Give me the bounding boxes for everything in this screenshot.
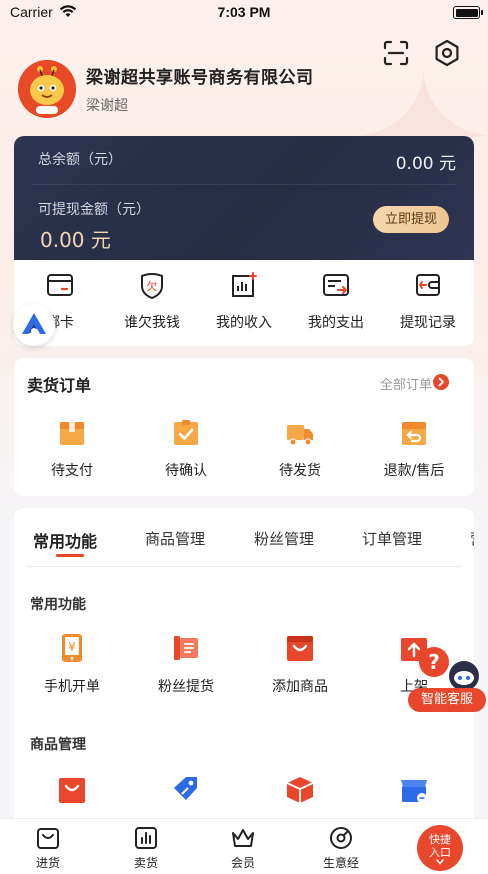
sales-orders-card: 卖货订单 全部订单 待支付 待确认 待发货 退款/售后 (14, 358, 474, 496)
quick-action-label: 我的收入 (216, 315, 272, 331)
order-status-label: 退款/售后 (383, 463, 445, 479)
chevron-right-icon[interactable] (433, 374, 449, 390)
all-orders-link[interactable]: 全部订单 (380, 374, 432, 393)
box-icon (286, 777, 314, 803)
mobile-order-icon: ¥ (62, 634, 82, 662)
crown-icon (232, 829, 254, 847)
order-status-label: 待确认 (165, 463, 207, 479)
quick-action-label: 谁欠我钱 (124, 315, 180, 331)
quick-entry-button[interactable]: 快捷 入口 (417, 825, 463, 871)
product-store-item[interactable] (358, 774, 470, 806)
expense-icon (323, 274, 349, 296)
avatar[interactable] (18, 60, 76, 118)
order-status-label: 待发货 (279, 463, 321, 479)
section-title: 常用功能 (30, 597, 86, 613)
balance-card: 总余额（元） 0.00 元 可提现金额（元） 0.00 元 立即提现 (14, 136, 474, 260)
purchase-bag-icon (37, 828, 59, 849)
nav-purchase[interactable]: 进货 (18, 825, 78, 871)
orders-title: 卖货订单 (27, 376, 92, 395)
divider (26, 566, 462, 567)
company-name: 梁谢超共享账号商务有限公司 (86, 68, 314, 88)
total-balance-label: 总余额（元） (38, 152, 122, 168)
add-product-item[interactable]: 添加商品 (244, 632, 356, 696)
pending-shipment-item[interactable]: 待发货 (250, 418, 350, 480)
order-status-label: 待支付 (51, 463, 93, 479)
withdraw-button[interactable]: 立即提现 (373, 206, 449, 233)
smart-customer-service[interactable]: ? 智能客服 (406, 640, 486, 716)
username: 梁谢超 (86, 98, 128, 114)
quick-entry-label: 入口 (429, 846, 451, 859)
refund-item[interactable]: 退款/售后 (364, 418, 464, 480)
mobile-order-item[interactable]: ¥ 手机开单 (16, 632, 128, 696)
withdraw-record-item[interactable]: 提现记录 (382, 270, 474, 332)
scan-icon[interactable] (381, 38, 411, 68)
tab-fan-management[interactable]: 粉丝管理 (254, 528, 314, 549)
expense-item[interactable]: 我的支出 (290, 270, 382, 332)
function-label: 粉丝提货 (158, 679, 214, 695)
nav-label: 生意经 (322, 856, 359, 870)
functions-card: 常用功能 商品管理 粉丝管理 订单管理 营 常用功能 ¥ 手机开单 粉丝提货 添… (14, 508, 474, 818)
settings-icon[interactable] (432, 38, 462, 68)
battery-icon (453, 6, 483, 19)
product-box-item[interactable] (244, 774, 356, 806)
tab-common-functions[interactable]: 常用功能 (33, 528, 97, 552)
debt-item[interactable]: 欠 谁欠我钱 (106, 270, 198, 332)
fan-pickup-item[interactable]: 粉丝提货 (130, 632, 242, 696)
svg-text:欠: 欠 (147, 279, 158, 293)
add-product-icon (287, 636, 313, 661)
nav-label: 进货 (35, 856, 60, 870)
nav-label: 卖货 (133, 856, 158, 870)
quick-entry-label: 快捷 (429, 833, 451, 846)
income-item[interactable]: 我的收入 (198, 270, 290, 332)
pending-payment-icon (60, 422, 84, 445)
compass-icon (330, 827, 352, 849)
refund-icon (402, 422, 426, 445)
tab-order-management[interactable]: 订单管理 (362, 528, 422, 549)
active-tab-indicator (56, 554, 84, 557)
floating-logo-button[interactable] (13, 304, 55, 346)
debt-shield-icon: 欠 (141, 273, 163, 300)
pending-confirm-item[interactable]: 待确认 (136, 418, 236, 480)
tag-icon (174, 777, 197, 800)
pending-confirm-icon (174, 420, 198, 445)
available-balance-label: 可提现金额（元） (38, 202, 150, 218)
svg-text:?: ? (428, 650, 440, 674)
section-title: 商品管理 (30, 737, 86, 753)
pending-shipment-icon (287, 425, 313, 446)
nav-sales[interactable]: 卖货 (116, 825, 176, 871)
quick-action-label: 提现记录 (400, 315, 456, 331)
function-label: 添加商品 (272, 679, 328, 695)
status-bar: Carrier 7:03 PM (0, 0, 488, 26)
chevron-down-icon (436, 859, 444, 865)
nav-members[interactable]: 会员 (213, 825, 273, 871)
total-balance-value: 0.00 元 (395, 154, 456, 174)
available-balance-value: 0.00 元 (40, 228, 111, 252)
nav-label: 会员 (230, 856, 255, 870)
divider (32, 184, 456, 185)
nav-business[interactable]: 生意经 (311, 825, 371, 871)
svg-text:¥: ¥ (68, 640, 76, 654)
mascot-avatar-icon (18, 60, 76, 118)
product-bag-item[interactable] (16, 774, 128, 806)
tab-overflow[interactable]: 营 (470, 528, 474, 549)
tab-product-management[interactable]: 商品管理 (145, 528, 205, 549)
bag-icon (59, 778, 85, 803)
pending-payment-item[interactable]: 待支付 (22, 418, 122, 480)
fan-pickup-icon (174, 636, 198, 660)
customer-service-label: 智能客服 (408, 688, 486, 712)
sales-chart-icon (135, 827, 157, 849)
quick-action-label: 我的支出 (308, 315, 364, 331)
brand-logo-icon (22, 313, 46, 334)
clock: 7:03 PM (217, 4, 271, 20)
income-chart-icon (232, 272, 257, 297)
wallet-record-icon (416, 274, 440, 296)
card-icon (47, 274, 73, 296)
store-icon (401, 780, 427, 803)
bottom-navigation: 进货 卖货 会员 生意经 快捷 入口 (0, 818, 488, 874)
quick-actions: 绑卡 欠 谁欠我钱 我的收入 我的支出 提现记录 (14, 260, 474, 346)
product-tag-item[interactable] (130, 774, 242, 806)
function-label: 手机开单 (44, 679, 100, 695)
